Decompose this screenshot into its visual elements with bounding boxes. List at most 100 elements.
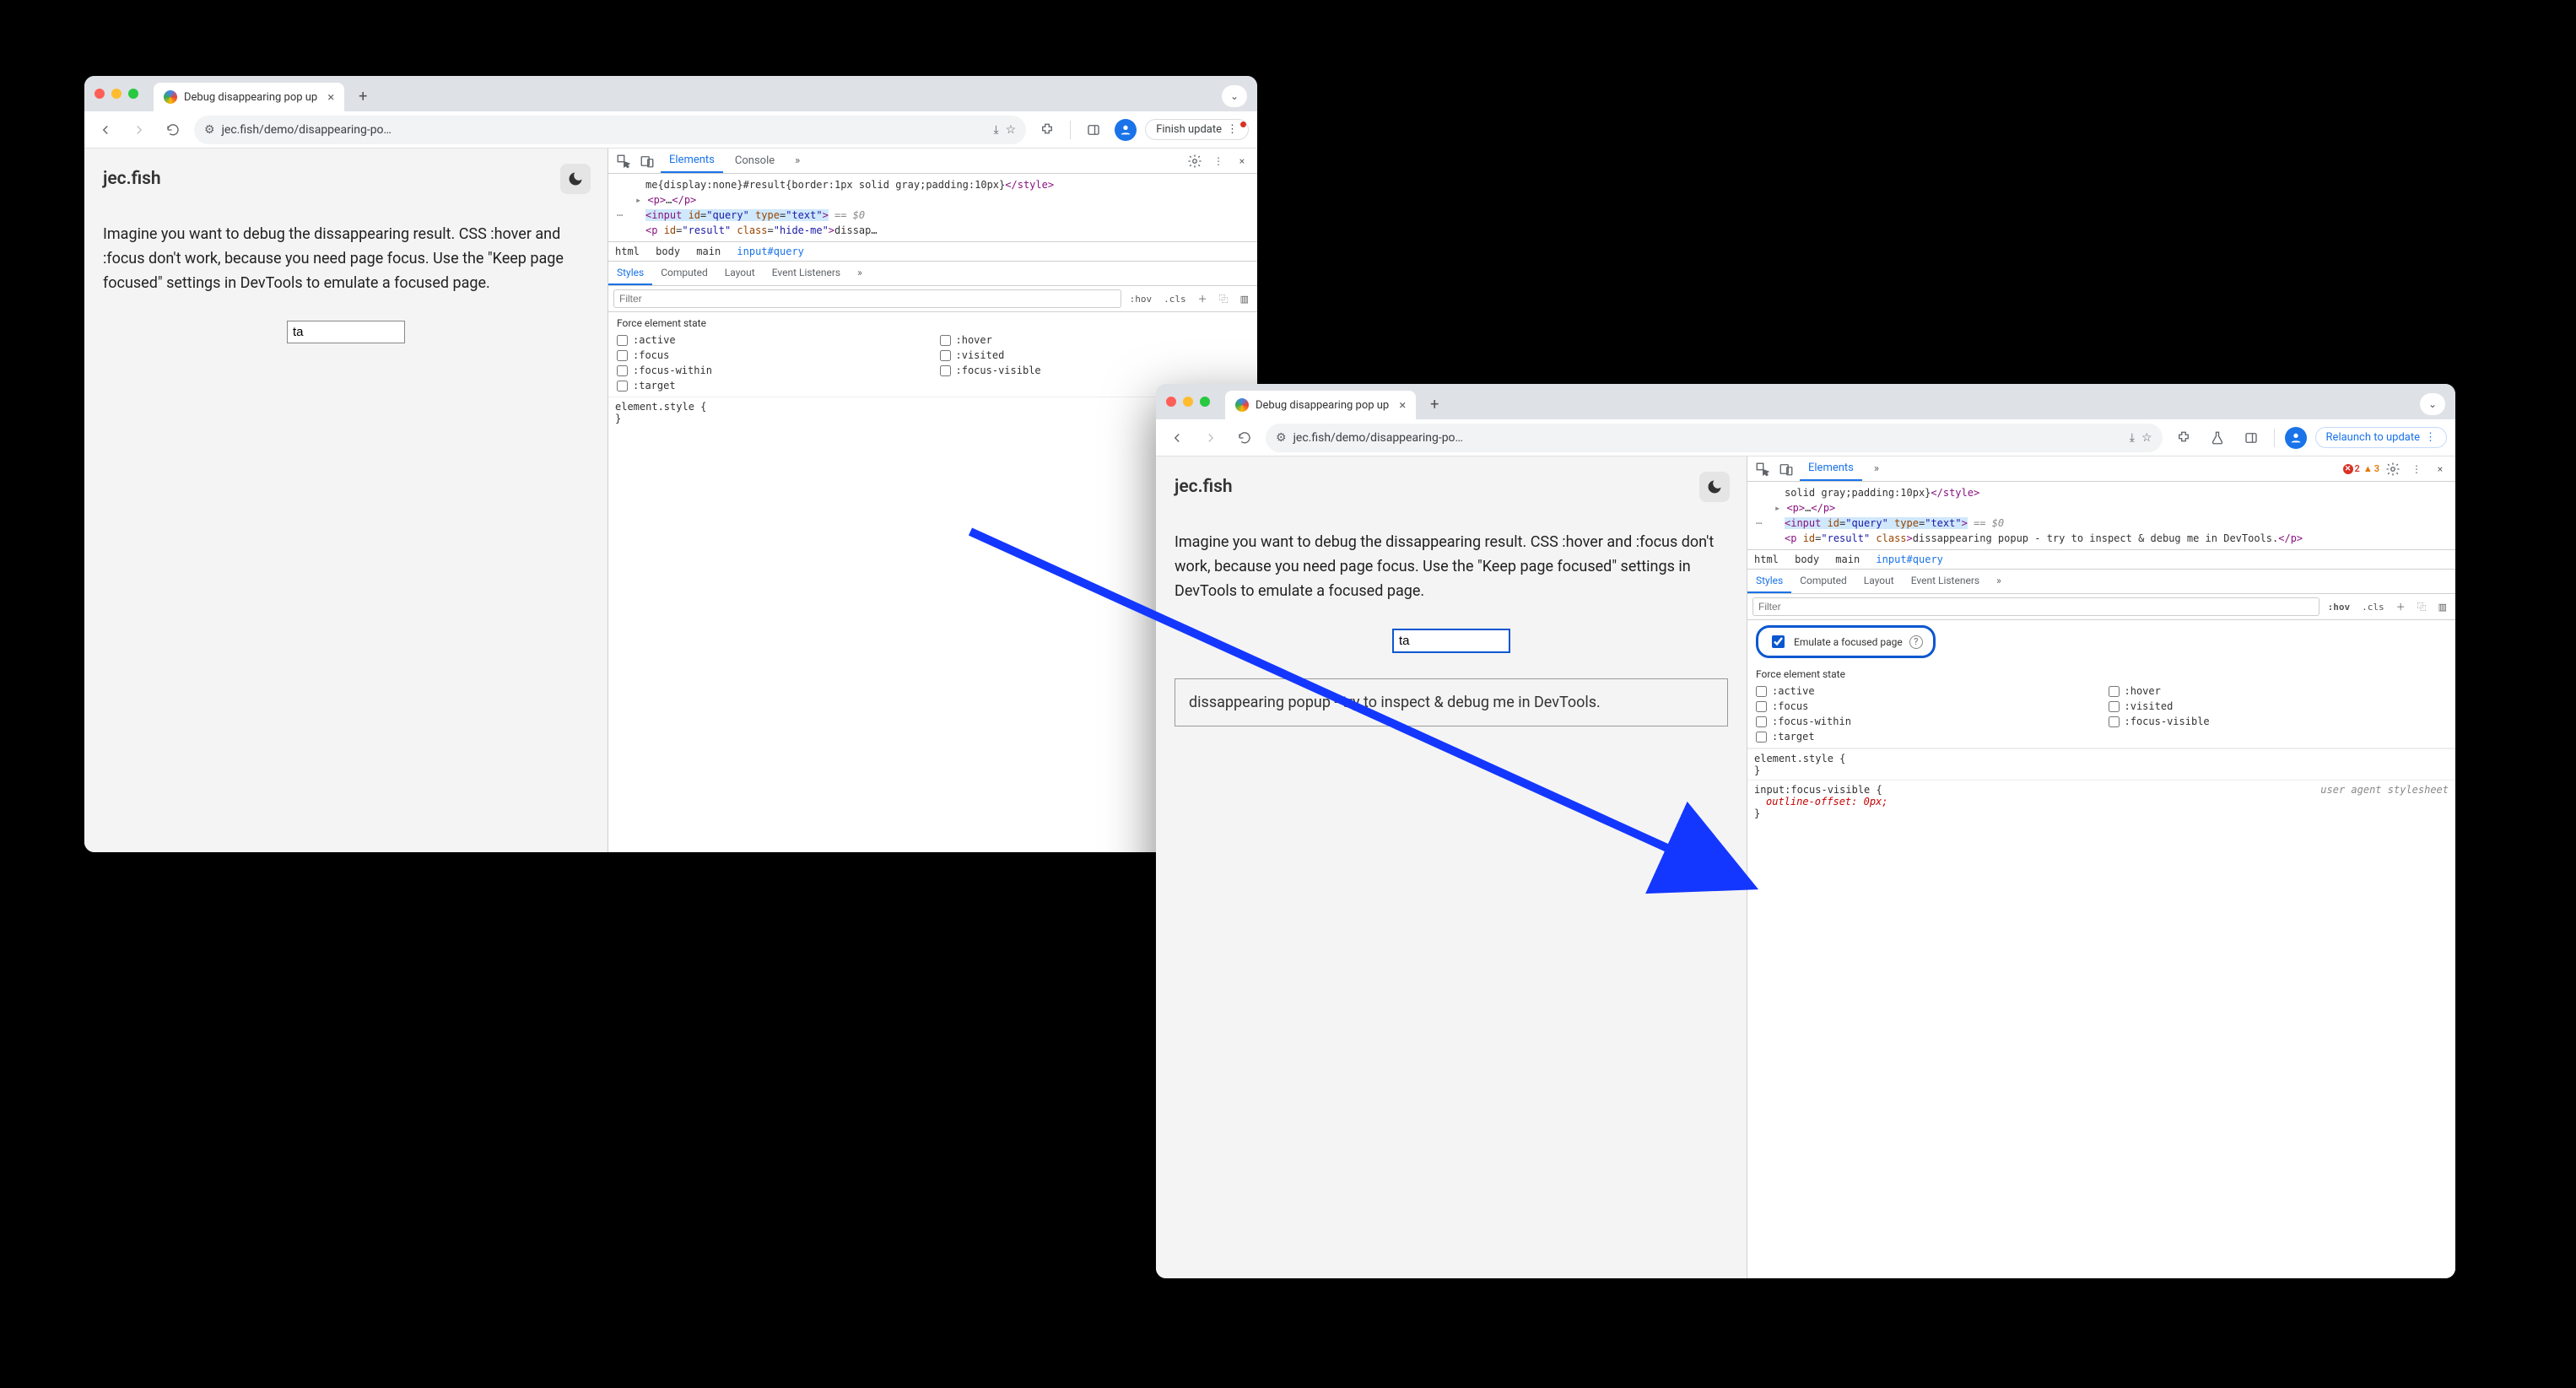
styles-tab-more[interactable]: » bbox=[1988, 570, 2010, 593]
minimize-window-button[interactable] bbox=[111, 89, 122, 99]
hov-toggle[interactable]: :hov bbox=[2325, 600, 2354, 614]
styles-tab-events[interactable]: Event Listeners bbox=[764, 262, 849, 285]
query-input[interactable] bbox=[287, 321, 405, 343]
close-devtools-button[interactable]: × bbox=[2430, 459, 2450, 479]
side-panel-button[interactable] bbox=[2238, 425, 2264, 451]
close-window-button[interactable] bbox=[95, 89, 105, 99]
close-tab-icon[interactable]: × bbox=[327, 89, 334, 105]
styles-tab-layout[interactable]: Layout bbox=[716, 262, 764, 285]
tab-more[interactable]: » bbox=[786, 149, 808, 172]
bookmark-star-icon[interactable]: ☆ bbox=[2141, 431, 2152, 445]
dark-mode-toggle[interactable] bbox=[560, 164, 591, 194]
tab-overflow-button[interactable]: ⌄ bbox=[2420, 393, 2445, 415]
crumb-current[interactable]: input#query bbox=[737, 246, 803, 257]
inspect-button[interactable] bbox=[613, 151, 634, 171]
new-tab-button[interactable]: + bbox=[351, 84, 375, 108]
warning-count[interactable]: ▲3 bbox=[2363, 463, 2379, 474]
state-hover[interactable]: :hover bbox=[940, 334, 1250, 346]
styles-tab-computed[interactable]: Computed bbox=[1791, 570, 1855, 593]
state-active[interactable]: :active bbox=[617, 334, 926, 346]
breadcrumb[interactable]: html body main input#query bbox=[1747, 549, 2455, 570]
tab-elements[interactable]: Elements bbox=[661, 149, 723, 173]
profile-avatar[interactable] bbox=[2285, 427, 2307, 449]
inspect-button[interactable] bbox=[1752, 459, 1773, 479]
style-rules[interactable]: element.style { } bbox=[1747, 748, 2455, 780]
crumb-body[interactable]: body bbox=[656, 246, 680, 257]
browser-tab[interactable]: Debug disappearing pop up × bbox=[154, 83, 344, 111]
styles-tab-computed[interactable]: Computed bbox=[652, 262, 716, 285]
add-rule-button[interactable]: ＋ bbox=[2393, 598, 2409, 615]
tab-console[interactable]: Console bbox=[726, 149, 783, 172]
reload-button[interactable] bbox=[160, 117, 186, 143]
update-pill[interactable]: Finish update ⋮ bbox=[1145, 119, 1249, 140]
dark-mode-toggle[interactable] bbox=[1699, 472, 1730, 502]
minimize-window-button[interactable] bbox=[1183, 397, 1193, 407]
query-input[interactable] bbox=[1392, 629, 1510, 653]
tab-overflow-button[interactable]: ⌄ bbox=[1222, 85, 1247, 107]
side-panel-button[interactable] bbox=[1081, 117, 1106, 143]
crumb-current[interactable]: input#query bbox=[1876, 554, 1942, 565]
styles-tab-more[interactable]: » bbox=[849, 262, 871, 285]
site-settings-icon[interactable]: ⚙ bbox=[1276, 431, 1287, 445]
crumb-body[interactable]: body bbox=[1795, 554, 1819, 565]
state-focus-visible[interactable]: :focus-visible bbox=[2109, 716, 2448, 727]
back-button[interactable] bbox=[93, 117, 118, 143]
device-toggle-button[interactable] bbox=[1776, 459, 1796, 479]
state-focus-visible[interactable]: :focus-visible bbox=[940, 365, 1250, 376]
install-app-icon[interactable]: ⤓ bbox=[993, 123, 998, 137]
tab-elements[interactable]: Elements bbox=[1800, 456, 1862, 481]
zoom-window-button[interactable] bbox=[1200, 397, 1210, 407]
install-app-icon[interactable]: ⤓ bbox=[2130, 431, 2135, 445]
extensions-button[interactable] bbox=[1034, 117, 1060, 143]
computed-pane-button[interactable]: ▥ bbox=[1237, 292, 1252, 306]
forward-button[interactable] bbox=[1198, 425, 1223, 451]
breadcrumb[interactable]: html body main input#query bbox=[608, 241, 1257, 262]
back-button[interactable] bbox=[1164, 425, 1190, 451]
crumb-html[interactable]: html bbox=[615, 246, 640, 257]
state-active[interactable]: :active bbox=[1756, 685, 2095, 697]
state-target[interactable]: :target bbox=[1756, 731, 2095, 743]
elements-tree[interactable]: me{display:none}#result{border:1px solid… bbox=[608, 174, 1257, 241]
cls-toggle[interactable]: .cls bbox=[2358, 600, 2388, 614]
state-target[interactable]: :target bbox=[617, 380, 926, 392]
devtools-menu[interactable]: ⋮ bbox=[2406, 459, 2427, 479]
cls-toggle[interactable]: .cls bbox=[1160, 292, 1190, 306]
state-visited[interactable]: :visited bbox=[2109, 700, 2448, 712]
close-window-button[interactable] bbox=[1166, 397, 1176, 407]
computed-pane-button[interactable]: ▥ bbox=[2435, 600, 2450, 614]
labs-button[interactable] bbox=[2205, 425, 2230, 451]
address-bar[interactable]: ⚙ jec.fish/demo/disappearing-po… ⤓ ☆ bbox=[1266, 424, 2163, 452]
hov-toggle[interactable]: :hov bbox=[1126, 292, 1156, 306]
forward-button[interactable] bbox=[127, 117, 152, 143]
elements-tree[interactable]: solid gray;padding:10px}</style> ▸ <p>…<… bbox=[1747, 482, 2455, 549]
address-bar[interactable]: ⚙ jec.fish/demo/disappearing-po… ⤓ ☆ bbox=[194, 116, 1026, 144]
new-tab-button[interactable]: + bbox=[1423, 392, 1446, 416]
state-focus[interactable]: :focus bbox=[617, 349, 926, 361]
add-rule-button[interactable]: ＋ bbox=[1195, 290, 1211, 307]
browser-tab[interactable]: Debug disappearing pop up × bbox=[1225, 391, 1416, 419]
styles-tab-layout[interactable]: Layout bbox=[1855, 570, 1903, 593]
state-visited[interactable]: :visited bbox=[940, 349, 1250, 361]
bookmark-star-icon[interactable]: ☆ bbox=[1006, 123, 1017, 137]
styles-tab-styles[interactable]: Styles bbox=[608, 262, 652, 285]
device-toggle-button[interactable] bbox=[637, 151, 657, 171]
state-focus-within[interactable]: :focus-within bbox=[1756, 716, 2095, 727]
tab-more[interactable]: » bbox=[1866, 457, 1887, 480]
crumb-main[interactable]: main bbox=[696, 246, 721, 257]
site-settings-icon[interactable]: ⚙ bbox=[204, 123, 215, 137]
state-focus-within[interactable]: :focus-within bbox=[617, 365, 926, 376]
zoom-window-button[interactable] bbox=[128, 89, 138, 99]
profile-avatar[interactable] bbox=[1115, 119, 1137, 141]
styles-filter-input[interactable] bbox=[613, 289, 1121, 308]
style-rule-ua[interactable]: input:focus-visible {user agent styleshe… bbox=[1747, 780, 2455, 823]
crumb-html[interactable]: html bbox=[1754, 554, 1779, 565]
copy-button[interactable]: ⿻ bbox=[2414, 598, 2430, 615]
crumb-main[interactable]: main bbox=[1835, 554, 1860, 565]
error-count[interactable]: ✕2 bbox=[2343, 463, 2360, 474]
copy-button[interactable]: ⿻ bbox=[1216, 290, 1232, 307]
extensions-button[interactable] bbox=[2171, 425, 2196, 451]
update-pill[interactable]: Relaunch to update ⋮ bbox=[2315, 427, 2447, 448]
devtools-menu[interactable]: ⋮ bbox=[1208, 151, 1229, 171]
styles-tab-events[interactable]: Event Listeners bbox=[1903, 570, 1988, 593]
close-devtools-button[interactable]: × bbox=[1232, 151, 1252, 171]
